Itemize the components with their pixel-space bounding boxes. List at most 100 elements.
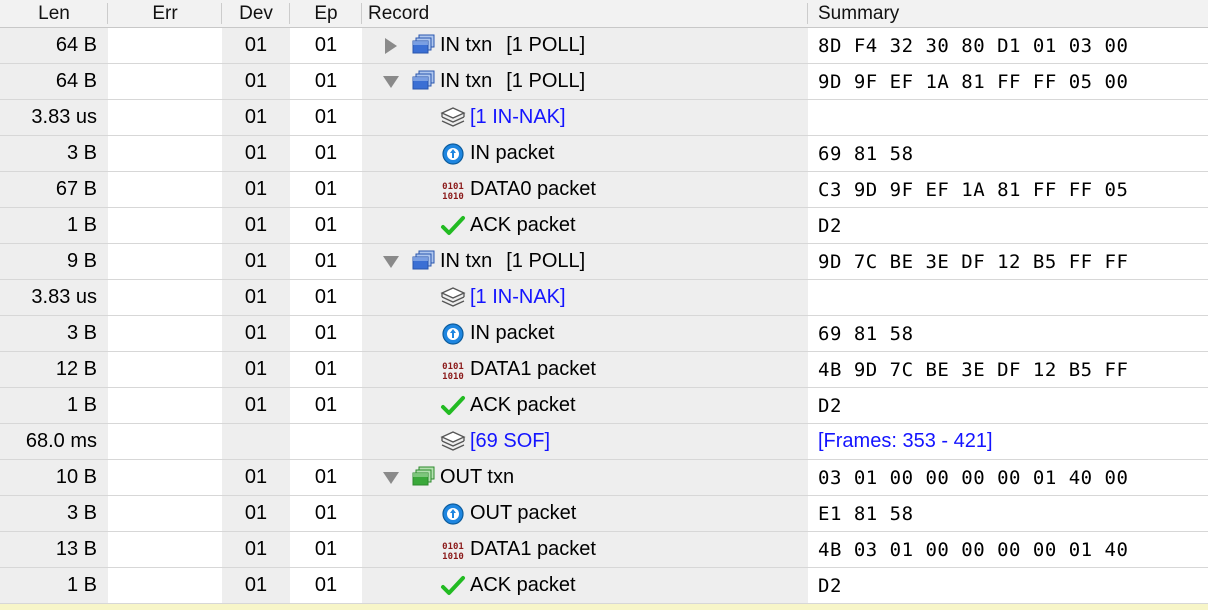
record-label: DATA0 packet: [470, 178, 596, 200]
record-label: DATA1 packet: [470, 538, 596, 560]
expand-triangle-expanded-icon[interactable]: [376, 255, 406, 268]
table-row[interactable]: 9 B 01 01 IN txn [1 POLL] 9D 7C BE 3E DF 12 B…: [0, 244, 1208, 280]
packet-token-icon: [436, 142, 470, 166]
cell-record: OUT txn: [362, 460, 808, 495]
column-header-record[interactable]: Record: [362, 0, 808, 27]
table-body: 64 B 01 01 IN txn [1 POLL] 8D F4 32 30 80 D1 …: [0, 28, 1208, 604]
cell-err: [108, 316, 222, 351]
selected-strip-len: [0, 604, 108, 610]
cell-dev: 01: [222, 100, 290, 135]
cell-ep: 01: [290, 280, 362, 315]
table-row[interactable]: 13 B 01 01 0101 1010 DATA1 packet 4B 03 01 00 …: [0, 532, 1208, 568]
packet-data-icon: 0101 1010: [436, 538, 470, 562]
cell-dev: 01: [222, 352, 290, 387]
packet-token-icon: [436, 502, 470, 526]
cell-ep: 01: [290, 172, 362, 207]
cell-err: [108, 388, 222, 423]
table-row[interactable]: 3.83 us 01 01 [1 IN-NAK]: [0, 100, 1208, 136]
cell-dev: 01: [222, 532, 290, 567]
packet-ack-icon: [436, 215, 470, 237]
packet-ack-icon: [436, 395, 470, 417]
cell-ep: 01: [290, 496, 362, 531]
table-row[interactable]: 64 B 01 01 IN txn [1 POLL] 8D F4 32 30 80 D1 …: [0, 28, 1208, 64]
cell-ep: 01: [290, 568, 362, 603]
cell-len: 64 B: [0, 28, 108, 63]
cell-err: [108, 100, 222, 135]
record-label: ACK packet: [470, 214, 576, 236]
cell-len: 12 B: [0, 352, 108, 387]
packet-ack-icon: [436, 575, 470, 597]
cell-len: 3 B: [0, 496, 108, 531]
column-header-summary[interactable]: Summary: [808, 0, 1208, 27]
table-row[interactable]: 1 B 01 01 ACK packet D2: [0, 388, 1208, 424]
cell-record: IN txn [1 POLL]: [362, 28, 808, 63]
cell-record: IN packet: [362, 316, 808, 351]
column-header-err[interactable]: Err: [108, 0, 222, 27]
table-row[interactable]: 10 B 01 01 OUT txn 03 01 00 00 00 00 01 40 0…: [0, 460, 1208, 496]
packet-data-icon: 0101 1010: [436, 358, 470, 382]
expand-triangle-expanded-icon[interactable]: [376, 75, 406, 88]
record-label: OUT packet: [470, 502, 577, 524]
cell-len: 9 B: [0, 244, 108, 279]
cell-ep: 01: [290, 388, 362, 423]
table-row[interactable]: 3.83 us 01 01 [1 IN-NAK]: [0, 280, 1208, 316]
cell-summary: 8D F4 32 30 80 D1 01 03 00: [808, 28, 1208, 63]
cell-record: IN packet: [362, 136, 808, 171]
cell-record: IN txn [1 POLL]: [362, 244, 808, 279]
expand-triangle-collapsed-icon[interactable]: [376, 37, 406, 54]
record-label: ACK packet: [470, 394, 576, 416]
cell-ep: 01: [290, 532, 362, 567]
cell-dev: 01: [222, 208, 290, 243]
column-header-ep-label: Ep: [314, 2, 338, 24]
cell-summary: D2: [808, 568, 1208, 603]
cell-len: 68.0 ms: [0, 424, 108, 459]
selected-row-strip[interactable]: [0, 604, 1208, 610]
packet-data-icon: 0101 1010: [436, 178, 470, 202]
cell-dev: 01: [222, 496, 290, 531]
table-row[interactable]: 64 B 01 01 IN txn [1 POLL] 9D 9F EF 1A 81 FF …: [0, 64, 1208, 100]
cell-err: [108, 28, 222, 63]
cell-err: [108, 532, 222, 567]
cell-summary: 9D 9F EF 1A 81 FF FF 05 00: [808, 64, 1208, 99]
usb-trace-table: Len Err Dev Ep Record Summary 64 B 01 01 IN…: [0, 0, 1208, 610]
table-row[interactable]: 1 B 01 01 ACK packet D2: [0, 208, 1208, 244]
cell-dev: 01: [222, 244, 290, 279]
column-header-ep[interactable]: Ep: [290, 0, 362, 27]
stack-icon: [436, 106, 470, 130]
table-row[interactable]: 3 B 01 01 IN packet 69 81 58: [0, 136, 1208, 172]
record-label: IN txn: [440, 70, 493, 92]
cell-dev: 01: [222, 28, 290, 63]
expand-triangle-expanded-icon[interactable]: [376, 471, 406, 484]
column-header-dev[interactable]: Dev: [222, 0, 290, 27]
cell-len: 3 B: [0, 316, 108, 351]
cell-len: 3.83 us: [0, 100, 108, 135]
cell-err: [108, 136, 222, 171]
cell-err: [108, 424, 222, 459]
table-row[interactable]: 67 B 01 01 0101 1010 DATA0 packet C3 9D 9F EF …: [0, 172, 1208, 208]
cell-err: [108, 496, 222, 531]
cell-ep: 01: [290, 100, 362, 135]
cell-summary: D2: [808, 388, 1208, 423]
cell-ep: 01: [290, 244, 362, 279]
table-row[interactable]: 12 B 01 01 0101 1010 DATA1 packet 4B 9D 7C BE …: [0, 352, 1208, 388]
cell-dev: 01: [222, 316, 290, 351]
cell-ep: 01: [290, 352, 362, 387]
stack-icon: [436, 286, 470, 310]
column-header-len[interactable]: Len: [0, 0, 108, 27]
cell-record: 0101 1010 DATA0 packet: [362, 172, 808, 207]
record-detail: [1 POLL]: [506, 250, 586, 272]
table-row[interactable]: 1 B 01 01 ACK packet D2: [0, 568, 1208, 604]
table-row[interactable]: 3 B 01 01 IN packet 69 81 58: [0, 316, 1208, 352]
cell-summary: [808, 100, 1208, 135]
stack-icon: [436, 430, 470, 454]
svg-text:0101: 0101: [442, 362, 464, 372]
cell-len: 10 B: [0, 460, 108, 495]
table-row[interactable]: 3 B 01 01 OUT packet E1 81 58: [0, 496, 1208, 532]
cell-record: ACK packet: [362, 388, 808, 423]
column-header-record-label: Record: [368, 2, 430, 24]
table-row[interactable]: 68.0 ms [69 SOF] [Frames: 353 - 421]: [0, 424, 1208, 460]
column-header-err-label: Err: [152, 2, 178, 24]
cell-ep: 01: [290, 208, 362, 243]
txn-in-icon: [406, 249, 440, 275]
record-label: OUT txn: [440, 466, 515, 488]
